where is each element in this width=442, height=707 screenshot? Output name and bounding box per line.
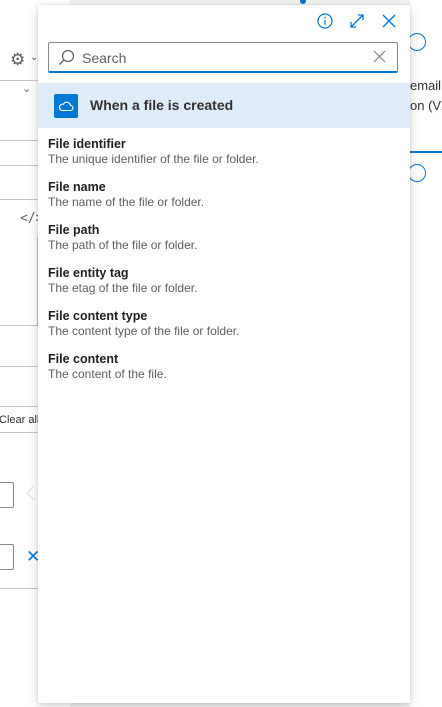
item-title: File path xyxy=(48,223,100,237)
divider xyxy=(0,366,38,367)
divider xyxy=(0,199,38,200)
clear-search-icon[interactable] xyxy=(373,50,386,68)
item-description: The content type of the file or folder. xyxy=(48,324,240,338)
item-title: File content xyxy=(48,352,119,366)
trigger-label: When a file is created xyxy=(90,97,234,113)
designer-right-panel: email on (V2 xyxy=(300,0,442,707)
connector-mark xyxy=(300,0,306,4)
divider xyxy=(0,406,38,407)
add-step-icon[interactable] xyxy=(408,164,426,182)
input-field[interactable] xyxy=(0,482,14,508)
divider xyxy=(0,325,38,326)
item-title: File content type xyxy=(48,309,148,323)
search-input[interactable] xyxy=(82,47,362,69)
divider xyxy=(0,588,38,589)
dynamic-content-item-file-entity-tag[interactable]: File entity tag The etag of the file or … xyxy=(48,266,398,309)
item-title: File entity tag xyxy=(48,266,129,280)
item-description: The unique identifier of the file or fol… xyxy=(48,152,259,166)
search-box[interactable] xyxy=(48,42,398,73)
dynamic-content-item-file-path[interactable]: File path The path of the file or folder… xyxy=(48,223,398,266)
close-icon[interactable] xyxy=(380,12,398,30)
action-title-text: on (V2 xyxy=(410,98,442,113)
divider xyxy=(0,140,38,141)
gear-icon[interactable]: ⚙ xyxy=(10,50,25,70)
add-step-icon[interactable] xyxy=(408,33,426,51)
action-title-text: email xyxy=(410,78,442,93)
info-icon[interactable] xyxy=(316,12,334,30)
divider xyxy=(0,432,38,433)
divider xyxy=(0,80,38,81)
item-description: The name of the file or folder. xyxy=(48,195,205,209)
dynamic-content-item-file-content[interactable]: File content The content of the file. xyxy=(48,352,398,395)
clear-all-link[interactable]: Clear all xyxy=(0,414,39,426)
item-title: File name xyxy=(48,180,106,194)
divider xyxy=(0,165,38,166)
expand-icon[interactable] xyxy=(348,12,366,30)
action-card-border xyxy=(410,151,442,153)
input-field[interactable] xyxy=(0,544,14,570)
search-icon xyxy=(58,49,75,71)
dynamic-content-item-file-name[interactable]: File name The name of the file or folder… xyxy=(48,180,398,223)
trigger-group-header[interactable]: When a file is created xyxy=(38,83,410,128)
popup-header xyxy=(38,5,410,37)
dynamic-content-item-file-content-type[interactable]: File content type The content type of th… xyxy=(48,309,398,352)
item-title: File identifier xyxy=(48,137,126,151)
item-description: The path of the file or folder. xyxy=(48,238,198,252)
chevron-down-icon[interactable]: ⌄ xyxy=(22,82,31,95)
dynamic-content-item-file-identifier[interactable]: File identifier The unique identifier of… xyxy=(48,137,398,180)
dynamic-content-list: File identifier The unique identifier of… xyxy=(48,137,398,395)
onedrive-cloud-icon xyxy=(54,94,78,118)
item-description: The etag of the file or folder. xyxy=(48,281,198,295)
item-description: The content of the file. xyxy=(48,367,167,381)
dynamic-content-popup: When a file is created File identifier T… xyxy=(38,5,410,703)
